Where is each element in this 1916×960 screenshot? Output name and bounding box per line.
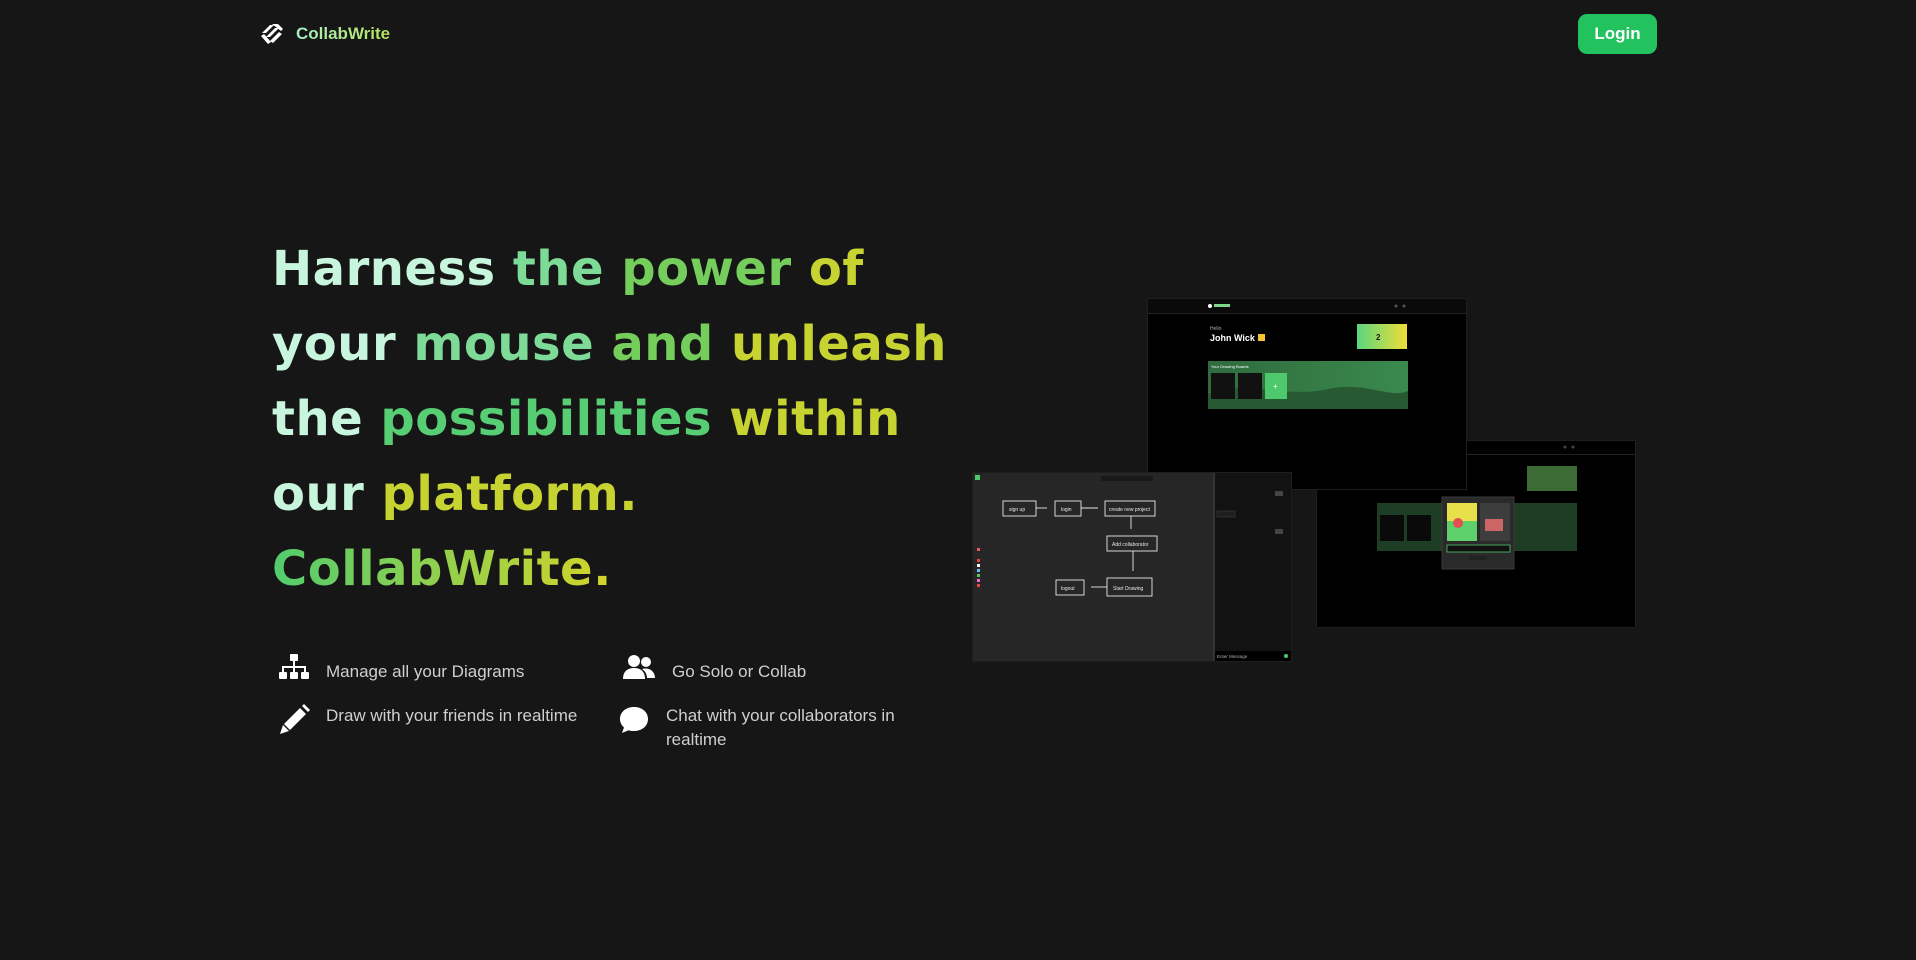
pencil-icon [280, 704, 310, 734]
headline-word: of [808, 241, 864, 297]
login-button[interactable]: Login [1578, 14, 1657, 54]
brand-name: CollabWrite [296, 24, 391, 43]
svg-text:create new project: create new project [1109, 507, 1150, 513]
headline-word: and [611, 316, 714, 372]
headline-word: possibilities [380, 391, 713, 447]
svg-text:sign up: sign up [1009, 507, 1025, 513]
whiteboard-preview-image: Enter Message sign up login create new p… [973, 473, 1291, 661]
handshake-logo-icon [261, 24, 283, 44]
dashboard-preview: Hello John Wick 2 Your Drawing Boards + [1147, 298, 1467, 490]
svg-text:login: login [1061, 507, 1072, 513]
svg-text:2: 2 [1376, 333, 1381, 342]
app-preview-collage: Hello John Wick 2 Your Drawing Boards + [972, 296, 1642, 666]
dashboard-preview-image: Hello John Wick 2 Your Drawing Boards + [1148, 299, 1466, 489]
svg-text:Start Drawing: Start Drawing [1113, 586, 1144, 592]
headline-line: Harness the power of [272, 232, 972, 307]
svg-text:Add collaborator: Add collaborator [1112, 542, 1149, 548]
hero-headline: Harness the power of your mouse and unlea… [272, 232, 972, 607]
feature-text: Go Solo or Collab [672, 662, 807, 681]
feature-item-chat: Chat with your collaborators in realtime [618, 704, 958, 752]
headline-word: CollabWrite. [272, 541, 612, 597]
hero-section: Harness the power of your mouse and unlea… [272, 232, 972, 607]
feature-item-diagrams: Manage all your Diagrams [278, 652, 578, 684]
brand-link[interactable]: CollabWrite [258, 20, 390, 48]
sitemap-icon [279, 654, 309, 679]
users-icon [623, 655, 655, 679]
headline-word: within [729, 391, 901, 447]
svg-text:logout: logout [1061, 586, 1075, 592]
headline-word: the [272, 391, 364, 447]
chat-bubble-icon [620, 707, 648, 733]
feature-text: Chat with your collaborators in realtime [666, 706, 895, 749]
whiteboard-preview: Enter Message sign up login create new p… [972, 472, 1292, 662]
feature-item-collab: Go Solo or Collab [622, 652, 922, 684]
feature-text: Draw with your friends in realtime [326, 706, 578, 725]
headline-line: our platform. [272, 457, 972, 532]
feature-text: Manage all your Diagrams [326, 662, 525, 681]
svg-text:+: + [1273, 382, 1278, 391]
headline-word: unleash [730, 316, 947, 372]
headline-line: your mouse and unleash [272, 307, 972, 382]
feature-item-draw: Draw with your friends in realtime [278, 704, 578, 740]
headline-word: platform. [381, 466, 638, 522]
headline-line: the possibilities within [272, 382, 972, 457]
headline-word: power [621, 241, 792, 297]
headline-line: CollabWrite. [272, 532, 972, 607]
headline-word: the [512, 241, 604, 297]
headline-word: your [272, 316, 397, 372]
svg-text:John Wick: John Wick [1210, 333, 1256, 343]
svg-text:Your Drawing Boards: Your Drawing Boards [1211, 364, 1249, 369]
top-nav: CollabWrite Login [0, 0, 1916, 68]
svg-text:Enter Message: Enter Message [1217, 654, 1248, 659]
headline-word: mouse [413, 316, 595, 372]
svg-text:Hello: Hello [1210, 326, 1222, 332]
headline-word: Harness [272, 241, 496, 297]
headline-word: our [272, 466, 365, 522]
feature-list: Manage all your Diagrams Go Solo or Coll… [278, 652, 958, 772]
